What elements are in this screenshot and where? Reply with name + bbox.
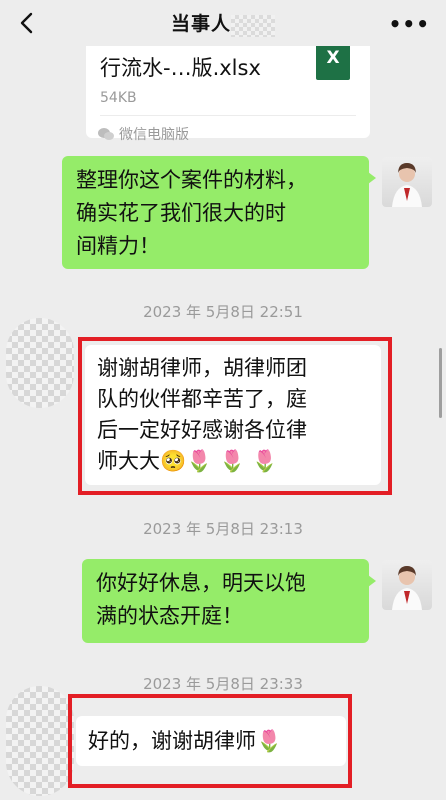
contact-avatar-redacted[interactable] <box>6 318 74 408</box>
message-text: 好的，谢谢胡律师 <box>88 729 256 753</box>
tulip-emoji: 🌷 🌷 🌷 <box>186 449 278 473</box>
file-card-divider <box>100 115 356 116</box>
message-line: 整理你这个案件的材料， <box>76 168 307 192</box>
chat-title-text: 当事人 <box>170 13 231 36</box>
message-incoming[interactable]: 好的，谢谢胡律师🌷 <box>76 716 346 766</box>
file-source: 微信电脑版 <box>98 124 189 144</box>
contact-avatar-redacted[interactable] <box>6 686 74 796</box>
message-line: 你好好休息，明天以饱 <box>96 571 306 595</box>
pleading-face-emoji: 🥺 <box>160 449 187 473</box>
message-line: 队的伙伴都辛苦了，庭 <box>97 387 307 411</box>
more-dots-icon[interactable]: ••• <box>389 12 430 36</box>
message-line: 满的状态开庭！ <box>96 604 243 628</box>
timestamp: 2023 年 5月8日 22:51 <box>143 303 303 321</box>
tulip-emoji: 🌷 <box>256 729 283 753</box>
message-outgoing[interactable]: 整理你这个案件的材料， 确实花了我们很大的时 间精力！ <box>62 156 376 269</box>
message-incoming[interactable]: 谢谢胡律师，胡律师团 队的伙伴都辛苦了，庭 后一定好好感谢各位律 师大大🥺🌷 🌷… <box>85 345 381 485</box>
timestamp: 2023 年 5月8日 23:13 <box>143 520 303 538</box>
message-line: 间精力！ <box>76 234 160 258</box>
message-line: 确实花了我们很大的时 <box>76 201 286 225</box>
message-text: 师大大 <box>97 449 160 473</box>
wechat-icon <box>98 128 114 140</box>
my-avatar[interactable] <box>382 157 432 207</box>
message-line: 师大大🥺🌷 🌷 🌷 <box>97 446 369 477</box>
chat-title[interactable]: 当事人 <box>171 9 275 37</box>
file-source-label: 微信电脑版 <box>119 127 189 143</box>
message-line: 后一定好好感谢各位律 <box>97 418 307 442</box>
back-icon[interactable] <box>12 9 40 37</box>
file-name: 行流水-…版.xlsx <box>100 56 261 80</box>
message-line: 谢谢胡律师，胡律师团 <box>97 356 307 380</box>
file-size: 54KB <box>100 90 137 106</box>
scrollbar[interactable] <box>439 348 442 418</box>
message-outgoing[interactable]: 你好好休息，明天以饱 满的状态开庭！ <box>82 559 376 643</box>
timestamp: 2023 年 5月8日 23:33 <box>143 675 303 693</box>
chat-header: 当事人 ••• <box>0 0 446 46</box>
my-avatar[interactable] <box>382 560 432 610</box>
title-redaction <box>231 14 275 37</box>
